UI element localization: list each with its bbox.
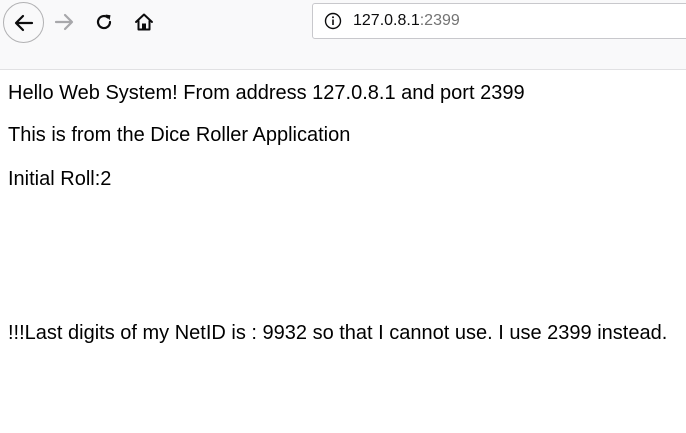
netid-note-text: !!!Last digits of my NetID is : 9932 so … [8,322,668,344]
url-bar[interactable]: 127.0.8.1:2399 [312,3,686,39]
forward-arrow-icon [54,13,74,31]
home-icon [135,13,153,31]
initial-roll-text: Initial Roll:2 [8,168,112,190]
greeting-text: Hello Web System! From address 127.0.8.1… [8,82,525,104]
back-button[interactable] [3,2,44,43]
home-button[interactable] [130,8,158,36]
browser-toolbar: 127.0.8.1:2399 [0,0,686,70]
url-port: :2399 [419,12,460,29]
reload-icon [96,14,112,30]
url-host: 127.0.8.1 [353,12,420,29]
reload-button[interactable] [90,8,118,36]
url-text[interactable]: 127.0.8.1:2399 [353,12,460,30]
forward-button[interactable] [50,8,78,36]
back-arrow-icon [14,14,33,31]
app-description-text: This is from the Dice Roller Application [8,124,351,146]
info-icon[interactable] [324,12,342,30]
